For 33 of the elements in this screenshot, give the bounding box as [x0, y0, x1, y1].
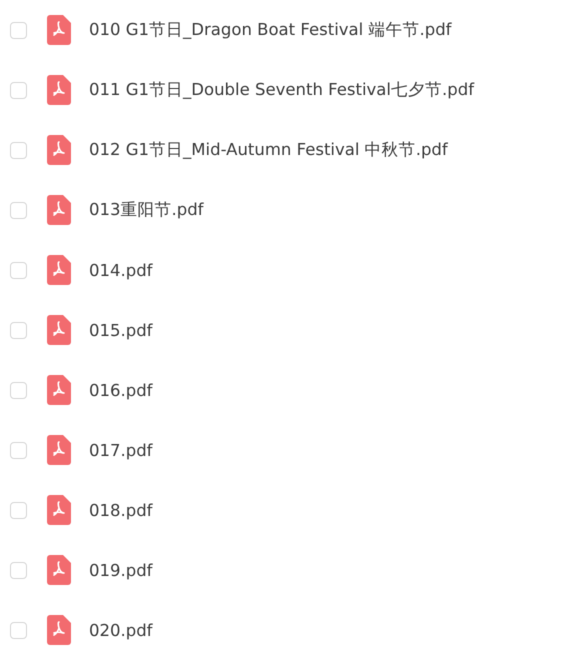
file-name[interactable]: 018.pdf [89, 500, 152, 520]
checkbox[interactable] [10, 382, 27, 398]
pdf-file-icon [47, 195, 71, 225]
file-name[interactable]: 016.pdf [89, 380, 152, 400]
checkbox[interactable] [10, 82, 27, 98]
checkbox[interactable] [10, 502, 27, 518]
checkbox[interactable] [10, 202, 27, 218]
checkbox[interactable] [10, 22, 27, 38]
file-name[interactable]: 017.pdf [89, 440, 152, 460]
checkbox[interactable] [10, 322, 27, 338]
file-name[interactable]: 019.pdf [89, 560, 152, 580]
pdf-file-icon [47, 255, 71, 285]
file-name[interactable]: 011 G1节日_Double Seventh Festival七夕节.pdf [89, 79, 474, 101]
checkbox[interactable] [10, 622, 27, 638]
checkbox[interactable] [10, 442, 27, 458]
file-name[interactable]: 012 G1节日_Mid-Autumn Festival 中秋节.pdf [89, 139, 448, 161]
pdf-file-icon [47, 435, 71, 465]
file-name[interactable]: 010 G1节日_Dragon Boat Festival 端午节.pdf [89, 19, 452, 41]
checkbox[interactable] [10, 262, 27, 278]
pdf-file-icon [47, 495, 71, 525]
file-name[interactable]: 015.pdf [89, 320, 152, 340]
file-name[interactable]: 020.pdf [89, 620, 152, 640]
pdf-file-icon [47, 615, 71, 645]
pdf-file-icon [47, 75, 71, 105]
file-name[interactable]: 013重阳节.pdf [89, 199, 204, 221]
pdf-file-icon [47, 375, 71, 405]
pdf-file-icon [47, 135, 71, 165]
pdf-file-icon [47, 555, 71, 585]
pdf-file-icon [47, 15, 71, 45]
pdf-file-icon [47, 315, 71, 345]
checkbox[interactable] [10, 142, 27, 158]
file-name[interactable]: 014.pdf [89, 260, 152, 280]
checkbox[interactable] [10, 562, 27, 578]
